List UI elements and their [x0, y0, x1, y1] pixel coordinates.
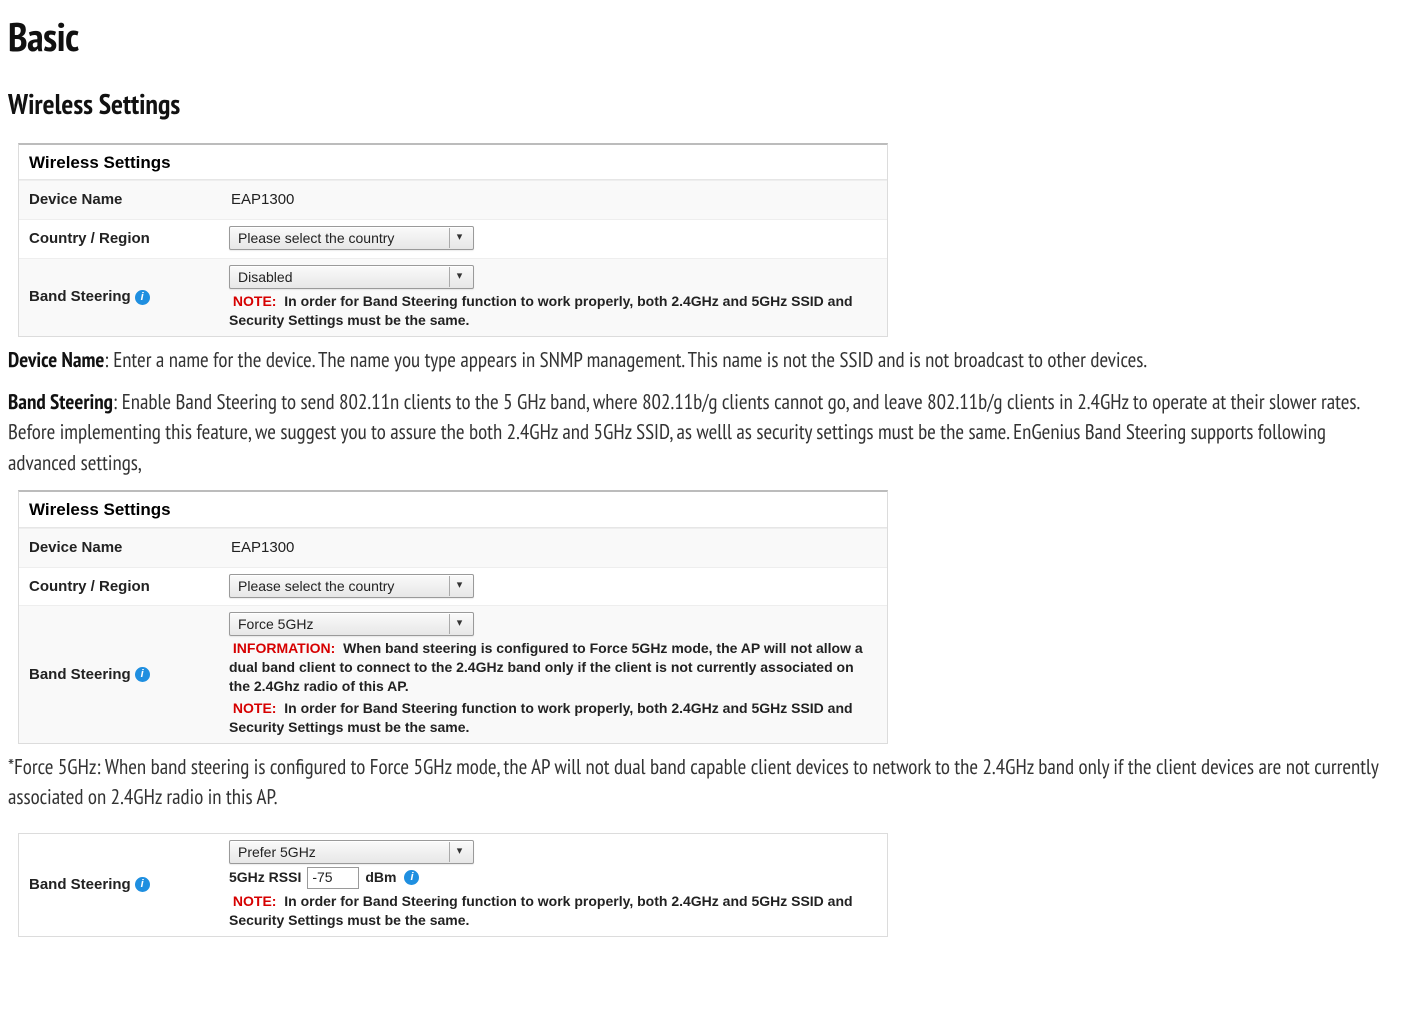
rssi-label: 5GHz RSSI — [229, 868, 301, 887]
force-5ghz-description: *Force 5GHz: When band steering is confi… — [8, 752, 1393, 813]
panel-heading: Wireless Settings — [19, 145, 887, 181]
band-steering-note: NOTE: In order for Band Steering functio… — [229, 699, 877, 737]
chevron-down-icon: ▾ — [449, 267, 469, 287]
band-steering-term: Band Steering — [8, 388, 113, 415]
chevron-down-icon: ▾ — [449, 614, 469, 634]
chevron-down-icon: ▾ — [449, 842, 469, 862]
row-device-name: Device Name EAP1300 — [19, 528, 887, 567]
chevron-down-icon: ▾ — [449, 576, 469, 596]
row-band-steering: Band Steering i Disabled ▾ NOTE: In orde… — [19, 258, 887, 336]
country-region-select-value: Please select the country — [238, 228, 394, 248]
band-steering-select[interactable]: Disabled ▾ — [229, 265, 474, 289]
label-band-steering: Band Steering i — [25, 870, 225, 900]
band-steering-select-value: Prefer 5GHz — [238, 842, 316, 862]
label-band-steering-text: Band Steering — [29, 874, 131, 896]
note-label: NOTE: — [233, 293, 277, 309]
band-steering-desc-text: : Enable Band Steering to send 802.11n c… — [8, 388, 1359, 476]
info-icon[interactable]: i — [135, 877, 150, 892]
band-steering-note: NOTE: In order for Band Steering functio… — [229, 892, 877, 930]
rssi-line: 5GHz RSSI -75 dBm i — [229, 867, 877, 889]
chevron-down-icon: ▾ — [449, 228, 469, 248]
row-country-region: Country / Region Please select the count… — [19, 567, 887, 606]
label-device-name: Device Name — [25, 185, 225, 215]
note-text: In order for Band Steering function to w… — [229, 893, 853, 928]
wireless-settings-panel-3: Band Steering i Prefer 5GHz ▾ 5GHz RSSI … — [18, 833, 888, 937]
label-band-steering: Band Steering i — [25, 282, 225, 312]
label-device-name: Device Name — [25, 533, 225, 563]
country-region-select-value: Please select the country — [238, 576, 394, 596]
band-steering-information: INFORMATION: When band steering is confi… — [229, 639, 877, 696]
note-label: NOTE: — [233, 700, 277, 716]
band-steering-select-value: Disabled — [238, 267, 292, 287]
value-device-name: EAP1300 — [229, 187, 877, 213]
info-icon[interactable]: i — [404, 870, 419, 885]
page-title: Basic — [8, 8, 1395, 66]
label-band-steering-text: Band Steering — [29, 286, 131, 308]
info-icon[interactable]: i — [135, 290, 150, 305]
panel-heading: Wireless Settings — [19, 492, 887, 528]
band-steering-select-value: Force 5GHz — [238, 614, 313, 634]
row-country-region: Country / Region Please select the count… — [19, 219, 887, 258]
row-band-steering: Band Steering i Force 5GHz ▾ INFORMATION… — [19, 605, 887, 742]
band-steering-description: Band Steering: Enable Band Steering to s… — [8, 387, 1393, 478]
band-steering-select[interactable]: Force 5GHz ▾ — [229, 612, 474, 636]
country-region-select[interactable]: Please select the country ▾ — [229, 574, 474, 598]
section-title: Wireless Settings — [8, 84, 1395, 125]
device-name-desc-text: : Enter a name for the device. The name … — [104, 346, 1147, 373]
device-name-term: Device Name — [8, 346, 104, 373]
note-text: In order for Band Steering function to w… — [229, 700, 853, 735]
info-icon[interactable]: i — [135, 667, 150, 682]
rssi-input[interactable]: -75 — [307, 867, 359, 889]
band-steering-note: NOTE: In order for Band Steering functio… — [229, 292, 877, 330]
row-device-name: Device Name EAP1300 — [19, 180, 887, 219]
row-band-steering: Band Steering i Prefer 5GHz ▾ 5GHz RSSI … — [19, 834, 887, 936]
label-band-steering-text: Band Steering — [29, 664, 131, 686]
information-label: INFORMATION: — [233, 640, 335, 656]
band-steering-select[interactable]: Prefer 5GHz ▾ — [229, 840, 474, 864]
wireless-settings-panel-2: Wireless Settings Device Name EAP1300 Co… — [18, 490, 888, 744]
note-text: In order for Band Steering function to w… — [229, 293, 853, 328]
dbm-label: dBm — [365, 868, 396, 887]
country-region-select[interactable]: Please select the country ▾ — [229, 226, 474, 250]
label-country-region: Country / Region — [25, 572, 225, 602]
device-name-description: Device Name: Enter a name for the device… — [8, 345, 1393, 375]
note-label: NOTE: — [233, 893, 277, 909]
label-band-steering: Band Steering i — [25, 660, 225, 690]
wireless-settings-panel-1: Wireless Settings Device Name EAP1300 Co… — [18, 143, 888, 337]
value-device-name: EAP1300 — [229, 535, 877, 561]
label-country-region: Country / Region — [25, 224, 225, 254]
